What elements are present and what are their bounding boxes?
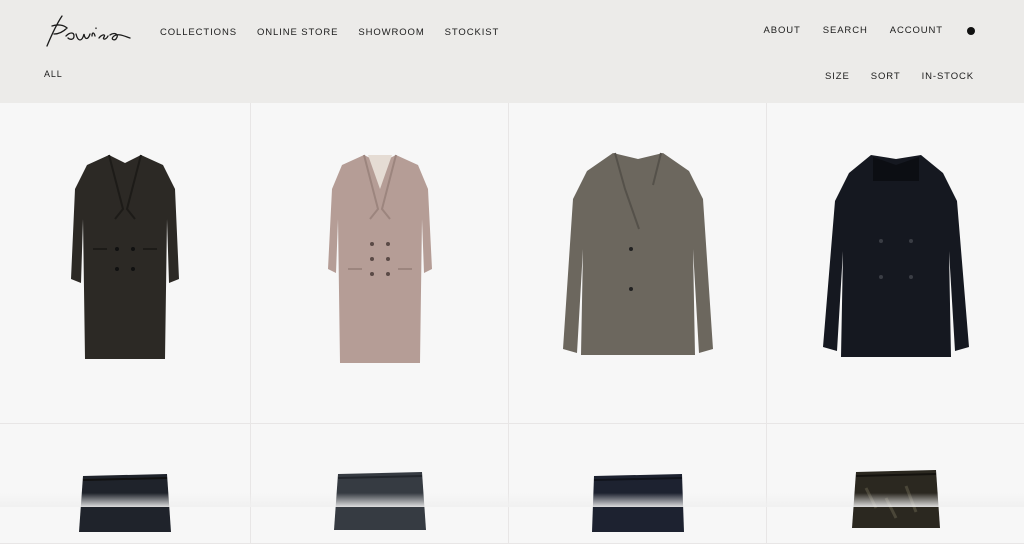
product-card[interactable] (767, 424, 1024, 544)
nav-collections[interactable]: COLLECTIONS (160, 27, 237, 38)
product-image-coat (327, 154, 432, 363)
nav-showroom[interactable]: SHOWROOM (358, 27, 424, 38)
product-card[interactable] (0, 424, 251, 544)
brand-logo[interactable] (44, 12, 134, 50)
filter-size[interactable]: SIZE (825, 71, 850, 82)
bottom-fade (0, 493, 1024, 507)
filter-sort[interactable]: SORT (871, 71, 901, 82)
product-card[interactable] (251, 424, 509, 544)
product-grid (0, 103, 1024, 544)
product-image-coat (71, 154, 179, 359)
filter-bar: SIZE SORT IN-STOCK (825, 71, 974, 82)
filter-in-stock[interactable]: IN-STOCK (922, 71, 974, 82)
site-header: COLLECTIONS ONLINE STORE SHOWROOM STOCKI… (0, 0, 1024, 103)
nav-online-store[interactable]: ONLINE STORE (257, 27, 338, 38)
nav-stockist[interactable]: STOCKIST (445, 27, 500, 38)
product-image-jacket (562, 152, 713, 355)
nav-about[interactable]: ABOUT (763, 25, 800, 36)
product-image-jacket (822, 155, 969, 357)
product-card[interactable] (0, 103, 251, 424)
product-card[interactable] (509, 103, 767, 424)
cart-dot-icon[interactable] (967, 26, 975, 35)
product-card[interactable] (509, 424, 767, 544)
primary-nav: COLLECTIONS ONLINE STORE SHOWROOM STOCKI… (160, 27, 499, 38)
utility-nav: ABOUT SEARCH ACCOUNT (763, 25, 975, 36)
nav-search[interactable]: SEARCH (823, 25, 868, 36)
product-card[interactable] (767, 103, 1024, 424)
filter-all[interactable]: ALL (44, 69, 63, 79)
nav-account[interactable]: ACCOUNT (890, 25, 943, 36)
product-card[interactable] (251, 103, 509, 424)
